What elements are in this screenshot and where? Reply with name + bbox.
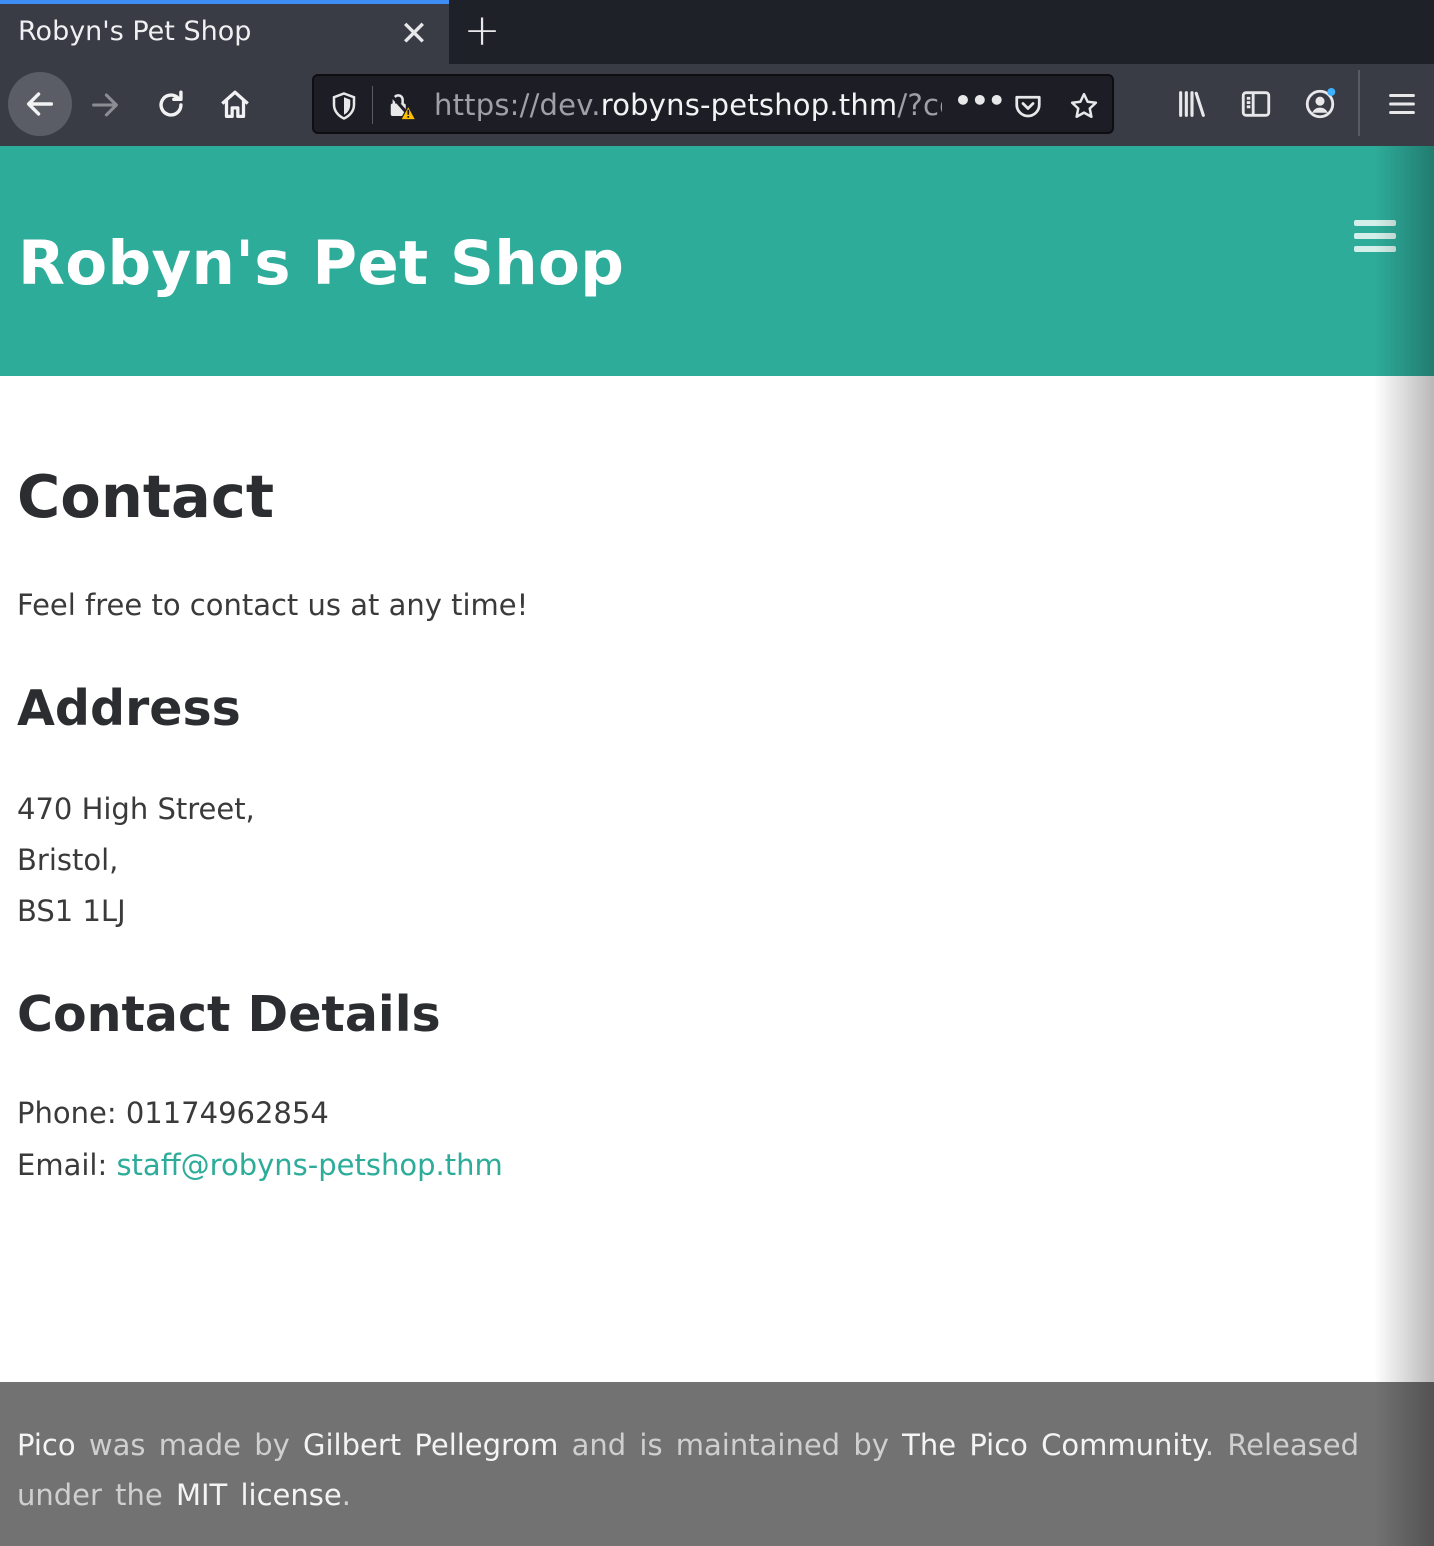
email-label: Email: [17,1148,117,1182]
new-tab-button[interactable]: + [462,8,502,54]
reload-icon[interactable] [140,74,202,136]
address-line-2: Bristol, [17,843,119,877]
intro-text: Feel free to contact us at any time! [17,588,529,622]
footer-pico-link[interactable]: Pico [17,1428,76,1462]
back-arrow-icon[interactable] [8,72,72,136]
url-prefix: https://dev. [434,88,601,122]
footer-community-link[interactable]: The Pico Community [902,1428,1205,1462]
address-bar[interactable]: https://dev.robyns-petshop.thm/?cor ••• [312,74,1114,134]
site-header: Robyn's Pet Shop [0,146,1434,376]
tracking-protection-shield-icon[interactable] [326,88,362,124]
footer-license-link[interactable]: MIT license [176,1478,342,1512]
email-line: Email: staff@robyns-petshop.thm [17,1148,503,1182]
tab-title: Robyn's Pet Shop [18,16,252,47]
forward-arrow-icon[interactable] [74,74,136,136]
insecure-lock-warning-icon[interactable] [384,88,420,124]
page-actions-more-icon[interactable]: ••• [954,84,1006,117]
bookmark-star-icon[interactable] [1066,88,1102,124]
footer-text: Pico was made by Gilbert Pellegrom and i… [17,1420,1359,1520]
footer-author-link[interactable]: Gilbert Pellegrom [303,1428,558,1462]
hamburger-menu-icon[interactable] [1352,216,1400,256]
page-title: Contact [17,462,275,531]
address-bar-divider [372,86,373,124]
site-title[interactable]: Robyn's Pet Shop [18,228,624,299]
footer-maintained-text: and is maintained by [571,1428,889,1462]
address-line-1: 470 High Street, [17,792,255,826]
home-icon[interactable] [204,74,266,136]
browser-toolbar: https://dev.robyns-petshop.thm/?cor ••• [0,64,1434,146]
sidebar-icon[interactable] [1236,84,1276,124]
address-heading: Address [17,680,241,737]
email-link[interactable]: staff@robyns-petshop.thm [116,1148,502,1182]
address-line-3: BS1 1LJ [17,894,126,928]
toolbar-divider [1358,70,1360,136]
library-icon[interactable] [1172,84,1212,124]
url-host: robyns-petshop.thm [600,88,898,122]
footer-end-text: . [341,1478,351,1512]
url-suffix: /?cor [897,88,942,122]
footer-made-by-text: was made by [88,1428,290,1462]
close-tab-icon[interactable]: ✕ [398,14,430,54]
site-footer: Pico was made by Gilbert Pellegrom and i… [0,1382,1434,1546]
account-icon[interactable] [1300,84,1340,124]
url-text[interactable]: https://dev.robyns-petshop.thm/?cor [434,88,942,122]
pocket-icon[interactable] [1010,88,1046,124]
contact-details-heading: Contact Details [17,986,441,1043]
browser-tab-bar: Robyn's Pet Shop ✕ + [0,0,1434,64]
phone-line: Phone: 01174962854 [17,1096,329,1130]
active-tab[interactable]: Robyn's Pet Shop ✕ [0,0,449,64]
menu-icon[interactable] [1382,84,1422,124]
